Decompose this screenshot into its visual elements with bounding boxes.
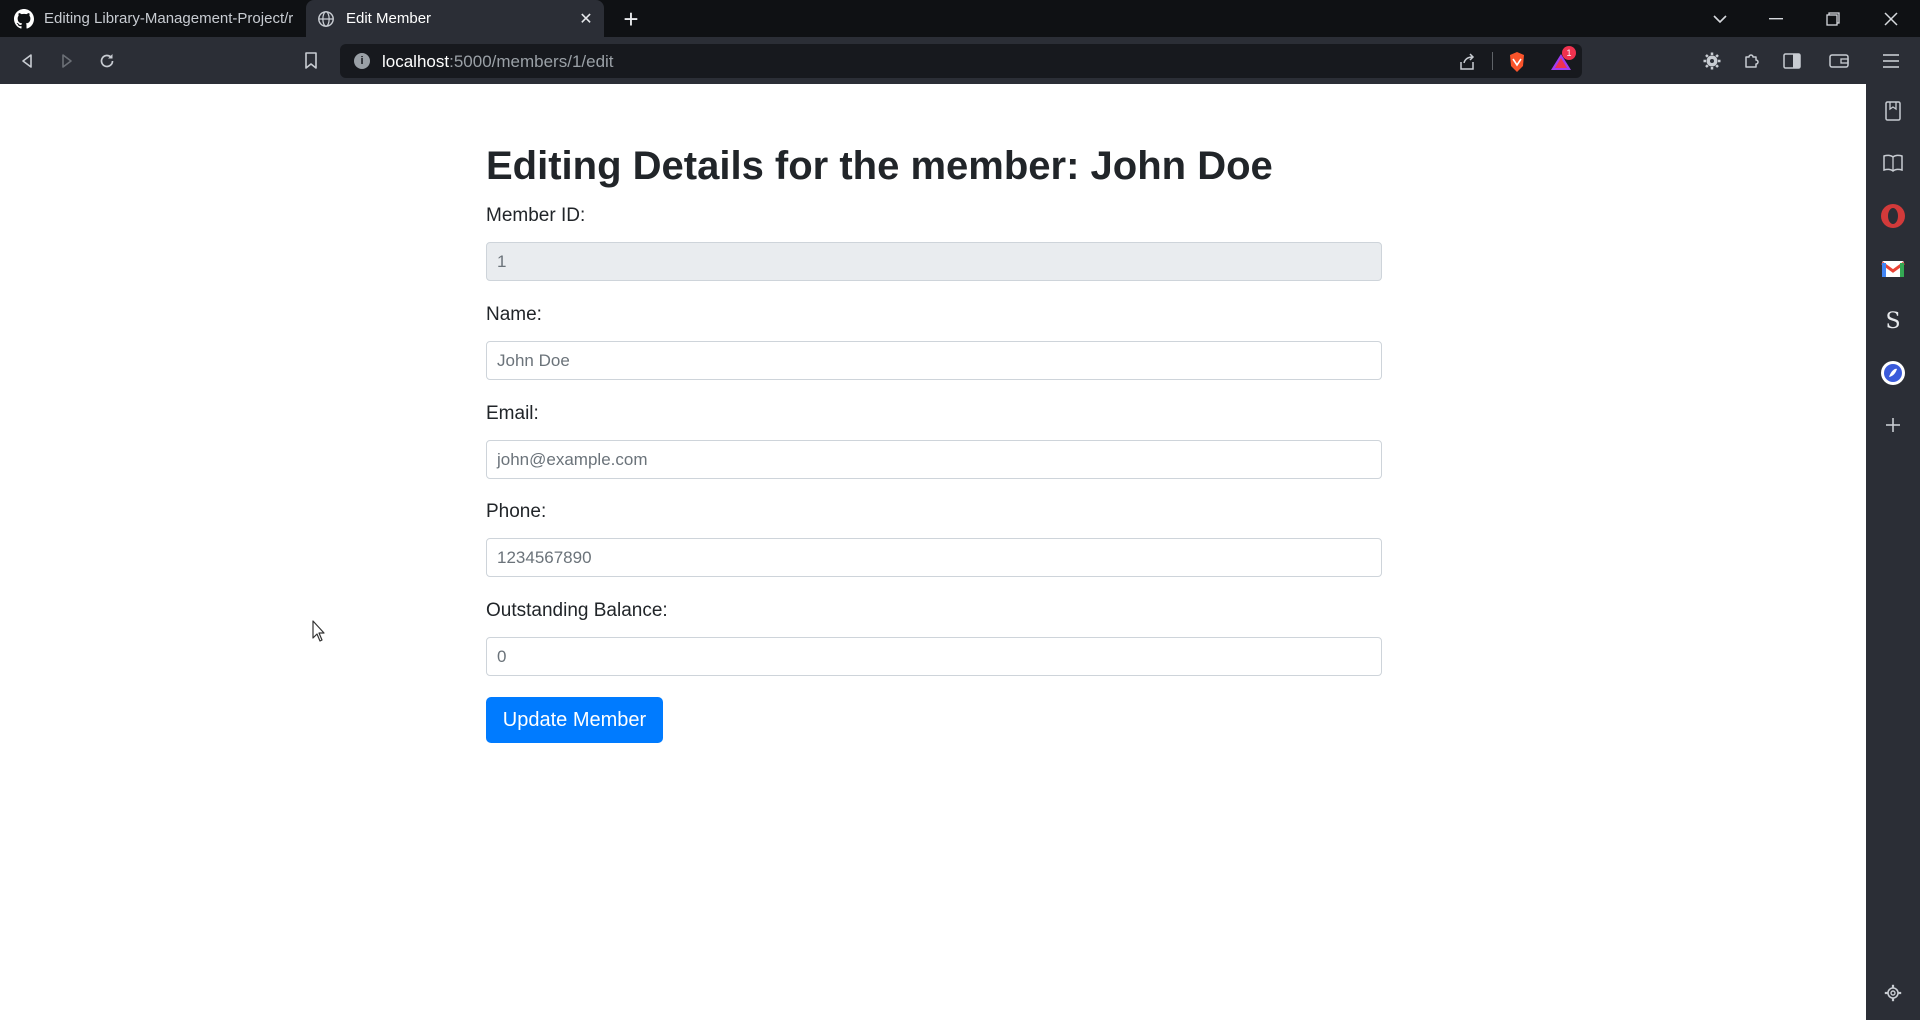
site-info-icon[interactable]: i xyxy=(354,53,370,69)
url-host: localhost xyxy=(382,52,450,71)
url-path: :5000/members/1/edit xyxy=(449,52,614,71)
add-panel-icon[interactable] xyxy=(1880,412,1906,438)
member-id-field: 1 xyxy=(486,242,1382,281)
name-field[interactable]: John Doe xyxy=(486,341,1382,380)
menu-icon[interactable] xyxy=(1878,48,1904,74)
brave-shields-icon[interactable] xyxy=(1506,51,1528,73)
close-window-icon[interactable] xyxy=(1868,0,1914,37)
share-icon[interactable] xyxy=(1456,51,1478,73)
s-app-icon[interactable]: S xyxy=(1880,308,1906,334)
email-value: john@example.com xyxy=(497,449,648,469)
browser-toolbar: i localhost:5000/members/1/edit 1 xyxy=(0,37,1920,84)
tab-title: Editing Library-Management-Project/r xyxy=(44,10,294,27)
mouse-cursor-icon xyxy=(312,620,326,647)
globe-icon xyxy=(316,9,336,29)
opera-icon[interactable] xyxy=(1880,203,1906,229)
browser-sidebar: S xyxy=(1866,84,1920,1020)
github-icon xyxy=(14,8,34,29)
tab-edit-member[interactable]: Edit Member ✕ xyxy=(306,0,604,37)
member-id-label: Member ID: xyxy=(486,205,586,226)
back-icon[interactable] xyxy=(14,48,40,74)
update-member-button[interactable]: Update Member xyxy=(486,697,663,743)
tab-strip: Editing Library-Management-Project/r Edi… xyxy=(0,0,1920,37)
balance-value: 0 xyxy=(497,646,507,666)
notification-badge: 1 xyxy=(1562,46,1576,60)
url-text: localhost:5000/members/1/edit xyxy=(382,52,614,72)
reload-icon[interactable] xyxy=(94,48,120,74)
tab-github[interactable]: Editing Library-Management-Project/r xyxy=(0,0,302,37)
reading-list-icon[interactable] xyxy=(1880,150,1906,176)
reading-list-bookmark-icon[interactable] xyxy=(1880,98,1906,124)
tab-search-icon[interactable] xyxy=(1697,0,1743,37)
separator xyxy=(1492,52,1493,70)
bookmark-icon[interactable] xyxy=(298,48,324,74)
new-tab-icon[interactable]: + xyxy=(618,6,644,32)
member-id-value: 1 xyxy=(497,251,507,271)
email-label: Email: xyxy=(486,403,539,424)
page-content: Editing Details for the member: John Doe… xyxy=(0,84,1866,1020)
phone-value: 1234567890 xyxy=(497,547,592,567)
name-label: Name: xyxy=(486,304,542,325)
wallet-icon[interactable] xyxy=(1826,48,1852,74)
sidebar-toggle-icon[interactable] xyxy=(1779,48,1805,74)
email-field[interactable]: john@example.com xyxy=(486,440,1382,479)
phone-label: Phone: xyxy=(486,501,547,522)
tab-title: Edit Member xyxy=(346,10,432,27)
minimize-icon[interactable] xyxy=(1753,0,1799,37)
close-tab-icon[interactable]: ✕ xyxy=(576,9,596,29)
name-value: John Doe xyxy=(497,350,570,370)
extension-gear-icon[interactable] xyxy=(1699,48,1725,74)
balance-label: Outstanding Balance: xyxy=(486,600,668,621)
extensions-puzzle-icon[interactable] xyxy=(1739,48,1765,74)
phone-field[interactable]: 1234567890 xyxy=(486,538,1382,577)
balance-field[interactable]: 0 xyxy=(486,637,1382,676)
app-globe-icon[interactable] xyxy=(1880,360,1906,386)
restore-icon[interactable] xyxy=(1810,0,1856,37)
page-title: Editing Details for the member: John Doe xyxy=(486,144,1273,188)
address-bar[interactable]: i localhost:5000/members/1/edit 1 xyxy=(340,44,1582,78)
settings-gear-icon[interactable] xyxy=(1880,980,1906,1006)
gmail-icon[interactable] xyxy=(1880,256,1906,282)
forward-icon[interactable] xyxy=(54,48,80,74)
